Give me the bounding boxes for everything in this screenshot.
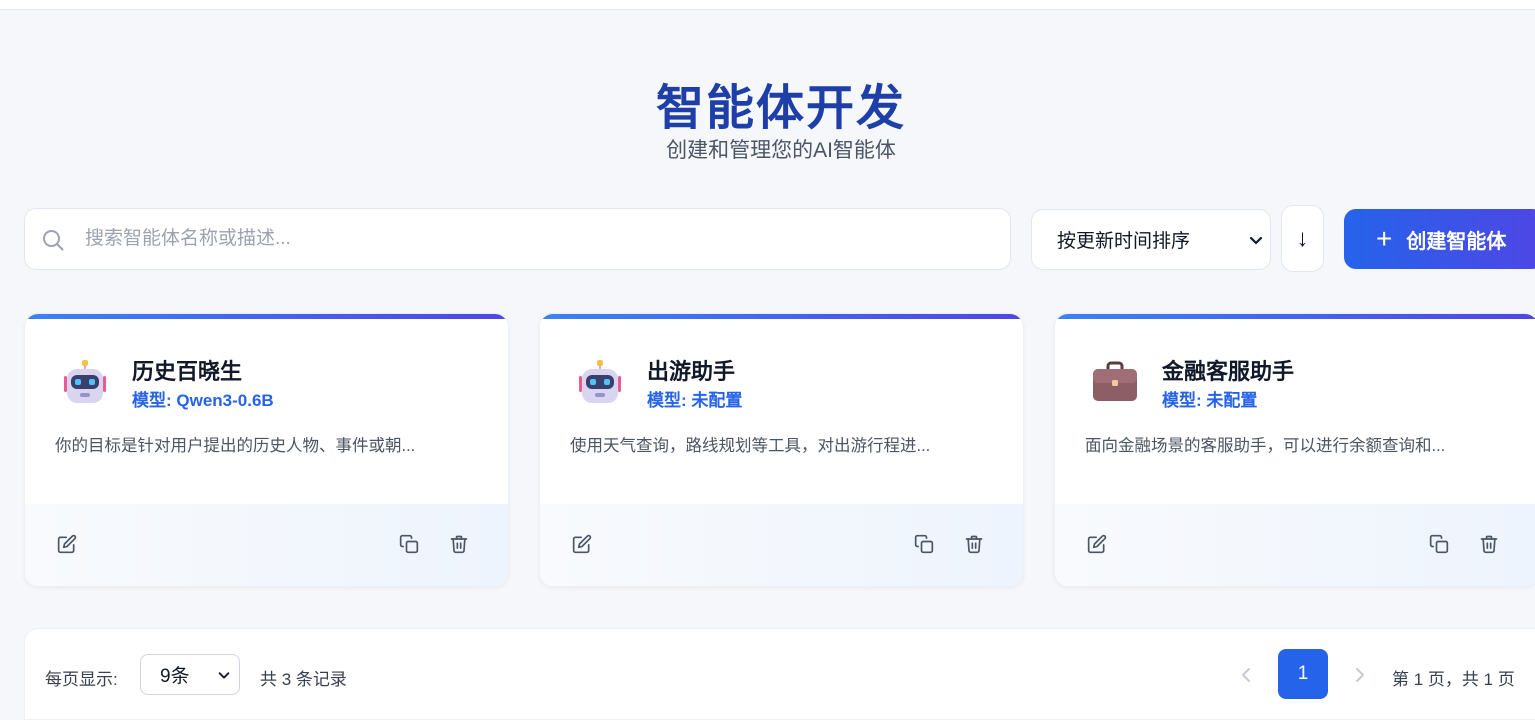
briefcase-icon	[1087, 354, 1143, 410]
per-page-label: 每页显示:	[45, 670, 118, 689]
copy-icon	[399, 534, 419, 554]
agent-card[interactable]: 历史百晓生 模型: Qwen3-0.6B 你的目标是针对用户提出的历史人物、事件…	[24, 313, 509, 587]
card-accent-bar	[25, 314, 508, 319]
plus-icon: +	[1376, 223, 1393, 254]
edit-icon	[57, 534, 77, 554]
agent-description: 你的目标是针对用户提出的历史人物、事件或朝...	[55, 437, 416, 455]
create-agent-label: 创建智能体	[1406, 230, 1507, 253]
robot-icon	[572, 354, 628, 410]
sort-direction-button[interactable]: ↓	[1281, 205, 1324, 272]
edit-button[interactable]	[570, 532, 594, 556]
create-agent-button[interactable]: + 创建智能体	[1344, 209, 1535, 269]
total-records: 共 3 条记录	[260, 670, 347, 689]
copy-icon	[1429, 534, 1449, 554]
trash-icon	[450, 535, 468, 554]
delete-button[interactable]	[962, 532, 986, 556]
chevron-down-icon	[1249, 236, 1263, 245]
agent-name: 出游助手	[647, 359, 736, 384]
page-info: 第 1 页，共 1 页	[1392, 670, 1515, 689]
sort-select[interactable]: 按更新时间排序	[1031, 209, 1271, 270]
card-footer	[1055, 504, 1535, 586]
edit-icon	[572, 534, 592, 554]
copy-icon	[914, 534, 934, 554]
agent-model: 模型: 未配置	[647, 391, 743, 410]
agent-card[interactable]: 金融客服助手 模型: 未配置 面向金融场景的客服助手，可以进行余额查询和...	[1054, 313, 1535, 587]
sort-select-value: 按更新时间排序	[1057, 231, 1191, 252]
chevron-down-icon	[218, 672, 230, 679]
page-title: 智能体开发	[655, 82, 906, 135]
search-box[interactable]	[24, 208, 1011, 270]
search-icon	[43, 230, 64, 251]
per-page-select[interactable]: 9条	[140, 654, 240, 695]
copy-button[interactable]	[1427, 532, 1451, 556]
edit-icon	[1087, 534, 1107, 554]
per-page-value: 9条	[160, 666, 190, 687]
agent-model: 模型: Qwen3-0.6B	[132, 391, 274, 410]
card-accent-bar	[1055, 314, 1535, 319]
page-subtitle: 创建和管理您的AI智能体	[666, 139, 896, 162]
arrow-down-icon: ↓	[1296, 224, 1309, 252]
top-bar	[0, 0, 1535, 10]
trash-icon	[1480, 535, 1498, 554]
page-button-current[interactable]: 1	[1278, 649, 1328, 699]
next-page-icon[interactable]	[1348, 663, 1372, 687]
edit-button[interactable]	[55, 532, 79, 556]
trash-icon	[965, 535, 983, 554]
copy-button[interactable]	[397, 532, 421, 556]
agent-description: 面向金融场景的客服助手，可以进行余额查询和...	[1085, 437, 1446, 455]
agent-name: 历史百晓生	[132, 359, 243, 384]
agent-card[interactable]: 出游助手 模型: 未配置 使用天气查询，路线规划等工具，对出游行程进...	[539, 313, 1024, 587]
card-accent-bar	[540, 314, 1023, 319]
search-input[interactable]	[85, 209, 985, 269]
agent-name: 金融客服助手	[1162, 359, 1295, 384]
delete-button[interactable]	[447, 532, 471, 556]
agent-model: 模型: 未配置	[1162, 391, 1258, 410]
edit-button[interactable]	[1085, 532, 1109, 556]
robot-icon	[57, 354, 113, 410]
pagination-bar: 每页显示: 9条 共 3 条记录 1 第 1 页，共 1 页	[24, 628, 1535, 720]
delete-button[interactable]	[1477, 532, 1501, 556]
card-footer	[25, 504, 508, 586]
copy-button[interactable]	[912, 532, 936, 556]
card-footer	[540, 504, 1023, 586]
prev-page-icon[interactable]	[1234, 663, 1258, 687]
agent-description: 使用天气查询，路线规划等工具，对出游行程进...	[570, 437, 931, 455]
